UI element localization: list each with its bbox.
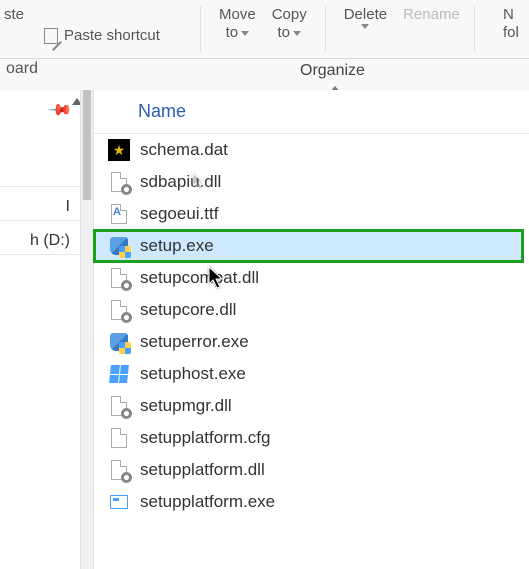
column-header[interactable]: Name	[94, 90, 529, 134]
file-name: setup.exe	[140, 236, 214, 256]
column-name[interactable]: Name	[138, 101, 186, 122]
nav-drive[interactable]: h (D:)	[26, 226, 74, 256]
file-name: setupplatform.dll	[140, 460, 265, 480]
windows-icon	[108, 363, 130, 385]
file-row[interactable]: setuperror.exe	[94, 326, 529, 358]
file-row[interactable]: setupmgr.dll	[94, 390, 529, 422]
ribbon-separator	[0, 58, 529, 59]
app-icon	[108, 491, 130, 513]
file-row[interactable]: setupcompat.dll	[94, 262, 529, 294]
file-name: setupcore.dll	[140, 300, 236, 320]
file-name: segoeui.ttf	[140, 204, 218, 224]
file-name: setupplatform.exe	[140, 492, 275, 512]
dat-icon	[108, 139, 130, 161]
organize-group-label: Organize	[300, 62, 365, 80]
move-to-button[interactable]: Move to	[211, 6, 264, 42]
file-row[interactable]: setup.exe	[94, 230, 523, 262]
file-row[interactable]: setupplatform.cfg	[94, 422, 529, 454]
file-row[interactable]: schema.dat	[94, 134, 529, 166]
paste-shortcut-label: Paste shortcut	[64, 27, 160, 44]
file-name: setupmgr.dll	[140, 396, 232, 416]
dll-icon	[108, 171, 130, 193]
scrollbar[interactable]	[80, 90, 94, 569]
font-icon: A	[108, 203, 130, 225]
file-name: setuphost.exe	[140, 364, 246, 384]
file-name: setuperror.exe	[140, 332, 249, 352]
new-folder-partial: N fol	[503, 0, 529, 42]
divider	[200, 6, 201, 52]
nav-pane: 📌 I h (D:)	[0, 90, 80, 569]
rename-button[interactable]: Rename	[395, 6, 468, 24]
pin-icon[interactable]: 📌	[46, 96, 74, 124]
chevron-down-icon	[241, 31, 249, 36]
dll-icon	[108, 459, 130, 481]
file-row[interactable]: Asegoeui.ttf	[94, 198, 529, 230]
file-name: setupcompat.dll	[140, 268, 259, 288]
file-row[interactable]: setupplatform.exe	[94, 486, 529, 518]
file-name: schema.dat	[140, 140, 228, 160]
paste-shortcut-button[interactable]: Paste shortcut	[44, 27, 190, 44]
delete-button[interactable]: Delete	[336, 6, 395, 29]
divider	[474, 6, 475, 52]
scroll-thumb[interactable]	[83, 90, 91, 200]
file-icon	[108, 427, 130, 449]
file-row[interactable]: setuphost.exe	[94, 358, 529, 390]
file-list: schema.dat sdbapiu.dll Asegoeui.ttf setup.e…	[94, 134, 529, 518]
dll-icon	[108, 395, 130, 417]
shortcut-icon	[44, 28, 58, 44]
file-name: setupplatform.cfg	[140, 428, 270, 448]
dll-icon	[108, 267, 130, 289]
file-name: sdbapiu.dll	[140, 172, 221, 192]
file-row[interactable]: setupcore.dll	[94, 294, 529, 326]
file-row[interactable]: setupplatform.dll	[94, 454, 529, 486]
divider	[325, 6, 326, 52]
chevron-down-icon	[293, 31, 301, 36]
copy-to-button[interactable]: Copy to	[264, 6, 315, 42]
ribbon: ste Paste shortcut Move to Copy to Delet…	[0, 0, 529, 48]
file-row[interactable]: sdbapiu.dll	[94, 166, 529, 198]
chevron-down-icon	[361, 24, 369, 29]
paste-partial: ste	[4, 6, 190, 23]
nav-item-partial[interactable]: I	[62, 192, 74, 222]
installer-icon	[108, 235, 130, 257]
clipboard-group-partial: oard	[6, 60, 38, 78]
installer-icon	[108, 331, 130, 353]
dll-icon	[108, 299, 130, 321]
file-list-view: Name schema.datsdbapiu.dllAsegoeui.ttfse…	[94, 90, 529, 569]
